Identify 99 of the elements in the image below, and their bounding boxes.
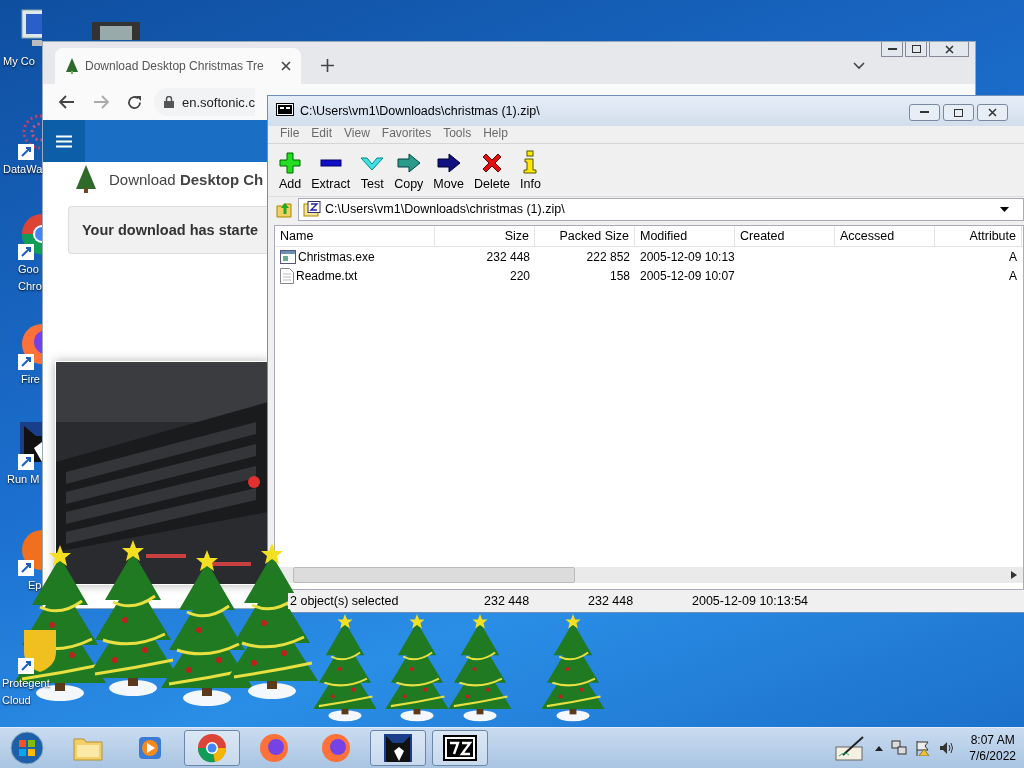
menu-button[interactable] [43,120,85,162]
column-header[interactable]: Size [435,226,535,246]
column-header[interactable]: Modified [635,226,735,246]
taskbar-button[interactable] [432,730,488,766]
column-header[interactable]: Created [735,226,835,246]
toolbar-button[interactable]: Delete [469,152,515,196]
tree-icon [75,165,97,193]
close-icon[interactable] [281,61,291,71]
table-cell: 232 448 [486,249,530,264]
scroll-right-icon[interactable] [1011,571,1017,579]
network-icon[interactable] [891,740,908,756]
minimize-button[interactable] [881,42,903,57]
chevron-down-icon[interactable] [853,62,865,70]
desktop-icon-label[interactable]: Run M [7,472,40,487]
table-cell: 222 852 [586,249,630,264]
app-icon[interactable] [16,528,42,576]
chevron-up-icon[interactable] [875,745,884,751]
film-icon[interactable] [92,22,140,40]
close-icon [944,44,954,54]
info-icon [523,150,538,174]
minimize-button[interactable] [909,104,940,121]
table-cell: 2005-12-09 10:07 [640,268,735,283]
menu-item[interactable]: Edit [305,126,339,143]
tree-icon [65,58,79,74]
folder-up-icon[interactable] [276,200,294,218]
app-icon [276,103,294,116]
table-cell: 158 [609,268,630,283]
arrow-icon [436,152,461,174]
desktop-icon-label[interactable]: Goo [18,262,39,277]
back-icon[interactable] [59,95,75,109]
desktop-icon-label[interactable]: Fire [21,372,40,387]
maximize-button[interactable] [943,104,974,121]
column-header[interactable]: Accessed [835,226,935,246]
minimize-icon [920,111,929,114]
column-header[interactable]: Attribute [935,226,1022,246]
plus-icon [279,152,302,174]
lock-icon [164,96,174,108]
clock-time[interactable]: 8:07 AM [970,732,1015,748]
clock-date[interactable]: 7/6/2022 [969,748,1016,764]
column-header[interactable]: Name [275,226,435,246]
folder-icon [73,735,103,761]
scrollbar-thumb[interactable] [293,567,575,583]
table-cell: A [1009,268,1017,283]
tab-title: Download Desktop Christmas Tre [85,59,265,73]
address-bar[interactable]: en.softonic.c [154,88,255,116]
dropdown-icon [1000,206,1009,212]
dots-icon[interactable] [16,112,42,160]
table-cell: A [1009,249,1017,264]
menu-item[interactable]: View [338,126,376,143]
browser-tab[interactable]: Download Desktop Christmas Tre [55,48,301,84]
table-cell: 220 [509,268,530,283]
start-button[interactable] [10,731,44,765]
archive-icon [303,201,321,217]
menu-item[interactable]: Help [477,126,514,143]
file-name[interactable]: Readme.txt [296,268,358,283]
path-combo-box[interactable]: C:\Users\vm1\Downloads\christmas (1).zip\ [298,197,1024,221]
desktop-icon-label[interactable]: Cloud [2,693,31,708]
new-tab-icon[interactable] [321,59,334,72]
app-icon [443,735,477,761]
window-title: C:\Users\vm1\Downloads\christmas (1).zip\ [300,104,540,118]
media-player-icon [137,735,163,761]
firefox-icon [321,733,351,763]
taskbar-button[interactable] [370,730,426,766]
cat-icon[interactable] [16,422,42,470]
menu-item[interactable]: File [274,126,306,143]
toolbar-button[interactable]: Move [429,152,468,196]
maximize-button[interactable] [905,42,927,57]
chrome-icon [197,733,227,763]
toolbar-button[interactable]: Extract [307,152,355,196]
desktop-icon-label[interactable]: My Co [3,54,35,69]
menu-item[interactable]: Tools [437,126,478,143]
text-file-icon [280,267,294,284]
minimize-icon [887,47,897,51]
cat-icon [383,733,413,763]
flag-icon[interactable] [915,740,932,756]
close-icon [988,108,997,117]
download-notice: Your download has starte [68,206,267,254]
cross-icon [481,152,503,174]
reload-icon[interactable] [127,94,142,110]
toolbar-button[interactable]: Info [516,150,545,196]
toolbar-button[interactable]: Test [356,152,389,196]
menu-icon [56,134,72,148]
close-button[interactable] [929,42,969,57]
firefox-icon [259,733,289,763]
window-file-icon [280,249,296,264]
table-cell: 2005-12-09 10:13 [640,249,735,264]
toolbar-button[interactable]: Copy [390,152,428,196]
desktop-icon-label[interactable]: Chro [18,279,42,294]
maximize-icon [954,108,963,117]
close-button[interactable] [977,104,1008,121]
speaker-icon[interactable] [939,740,956,756]
column-header[interactable]: Packed Size [535,226,635,246]
arrow-icon [396,152,421,174]
desktop-icon-label[interactable]: Ep [28,578,42,593]
maximize-icon [911,45,921,53]
toolbar-button[interactable]: Add [275,152,306,196]
page-heading: Download Desktop Ch [109,170,264,188]
file-name[interactable]: Christmas.exe [298,249,375,264]
menu-item[interactable]: Favorites [375,126,438,143]
